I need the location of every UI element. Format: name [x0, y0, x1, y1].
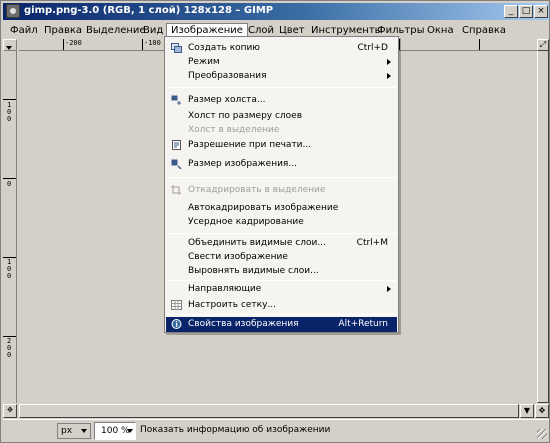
menu-item-configure-grid[interactable]: Настроить сетку...	[166, 298, 397, 312]
h-ruler-label: -200	[65, 39, 82, 47]
menu-item-mode[interactable]: Режим	[166, 55, 397, 69]
chevron-down-icon	[127, 429, 133, 433]
v-ruler-label: 1 0 0	[7, 258, 12, 280]
navigation-icon[interactable]: ✥	[535, 404, 549, 418]
menu-windows[interactable]: Окна	[423, 23, 458, 38]
scale-image-icon	[171, 159, 182, 169]
chevron-down-icon	[81, 429, 87, 433]
menu-item-align-visible-layers[interactable]: Выровнять видимые слои...	[166, 264, 397, 278]
v-ruler-label: 1 0 0	[7, 101, 12, 123]
zoom-select[interactable]: 100 %	[94, 422, 136, 440]
v-ruler-label: 0	[7, 180, 12, 188]
vertical-scroll-thumb[interactable]	[537, 39, 549, 403]
menu-item-print-size[interactable]: Разрешение при печати...	[166, 138, 397, 152]
vertical-ruler[interactable]: 1 0 0 0 1 0 0 2 0 0	[3, 51, 17, 403]
menu-item-fit-canvas-to-layers[interactable]: Холст по размеру слоев	[166, 109, 397, 123]
minimize-button[interactable]: _	[504, 5, 518, 18]
menu-separator	[167, 233, 396, 234]
menu-separator	[167, 314, 396, 315]
submenu-arrow-icon	[387, 59, 391, 65]
menu-help[interactable]: Справка	[458, 23, 510, 38]
window-title: gimp.png-3.0 (RGB, 1 слой) 128x128 – GIM…	[24, 5, 274, 16]
menu-item-transform[interactable]: Преобразования	[166, 69, 397, 83]
vertical-scrollbar[interactable]	[537, 39, 549, 403]
gimp-image-window: gimp.png-3.0 (RGB, 1 слой) 128x128 – GIM…	[0, 0, 550, 443]
canvas-size-icon	[171, 95, 181, 105]
menu-item-fit-canvas-to-selection: Холст в выделение	[188, 125, 280, 135]
scroll-down-arrow-icon[interactable]: ▼	[520, 404, 534, 418]
menu-item-scale-image[interactable]: Размер изображения...	[166, 157, 397, 171]
menu-item-autocrop[interactable]: Автокадрировать изображение	[166, 201, 397, 215]
zoom-on-resize-icon[interactable]: ⤢	[537, 39, 549, 51]
resize-grip[interactable]	[537, 429, 547, 439]
menu-item-crop-to-selection: Откадрировать в выделение	[166, 183, 397, 197]
menu-edit[interactable]: Правка	[40, 23, 86, 38]
zoom-value: 100 %	[101, 426, 130, 436]
v-ruler-label: 2 0 0	[7, 337, 12, 359]
gimp-app-icon	[6, 4, 20, 18]
menu-item-zealous-crop[interactable]: Усердное кадрирование	[166, 215, 397, 229]
menu-item-canvas-size[interactable]: Размер холста...	[166, 93, 397, 107]
title-bar[interactable]: gimp.png-3.0 (RGB, 1 слой) 128x128 – GIM…	[3, 3, 549, 20]
quick-mask-toggle[interactable]	[3, 39, 17, 51]
menu-item-image-properties[interactable]: Свойства изображения Alt+Return	[166, 317, 397, 332]
menu-separator	[167, 87, 396, 88]
status-bar: px 100 % Показать информацию об изображе…	[3, 419, 549, 441]
print-size-icon	[172, 140, 181, 150]
grid-icon	[171, 300, 182, 310]
menu-separator	[167, 280, 396, 281]
unit-select[interactable]: px	[57, 423, 91, 439]
h-ruler-label: -100	[144, 39, 161, 47]
crop-icon	[171, 185, 181, 195]
status-message: Показать информацию об изображении	[140, 425, 331, 435]
menu-item-guides[interactable]: Направляющие	[166, 282, 397, 296]
unit-value: px	[61, 426, 73, 436]
submenu-arrow-icon	[387, 73, 391, 79]
maximize-button[interactable]: □	[519, 5, 533, 18]
submenu-arrow-icon	[387, 286, 391, 292]
menu-separator	[167, 177, 396, 178]
navigate-icon[interactable]: ✥	[3, 404, 17, 418]
horizontal-scrollbar[interactable]	[19, 404, 519, 418]
info-icon	[171, 319, 182, 329]
horizontal-scroll-row: ✥ ▼ ✥	[3, 404, 549, 418]
menu-file[interactable]: Файл	[6, 23, 42, 38]
close-button[interactable]: ×	[534, 5, 548, 18]
menu-item-flatten-image[interactable]: Свести изображение	[166, 250, 397, 264]
duplicate-icon	[171, 43, 182, 53]
image-menu-dropdown: Создать копию Ctrl+D Режим Преобразовани…	[164, 36, 399, 333]
menu-item-duplicate[interactable]: Создать копию Ctrl+D	[166, 41, 397, 55]
menu-item-merge-visible-layers[interactable]: Объединить видимые слои... Ctrl+M	[166, 236, 397, 250]
